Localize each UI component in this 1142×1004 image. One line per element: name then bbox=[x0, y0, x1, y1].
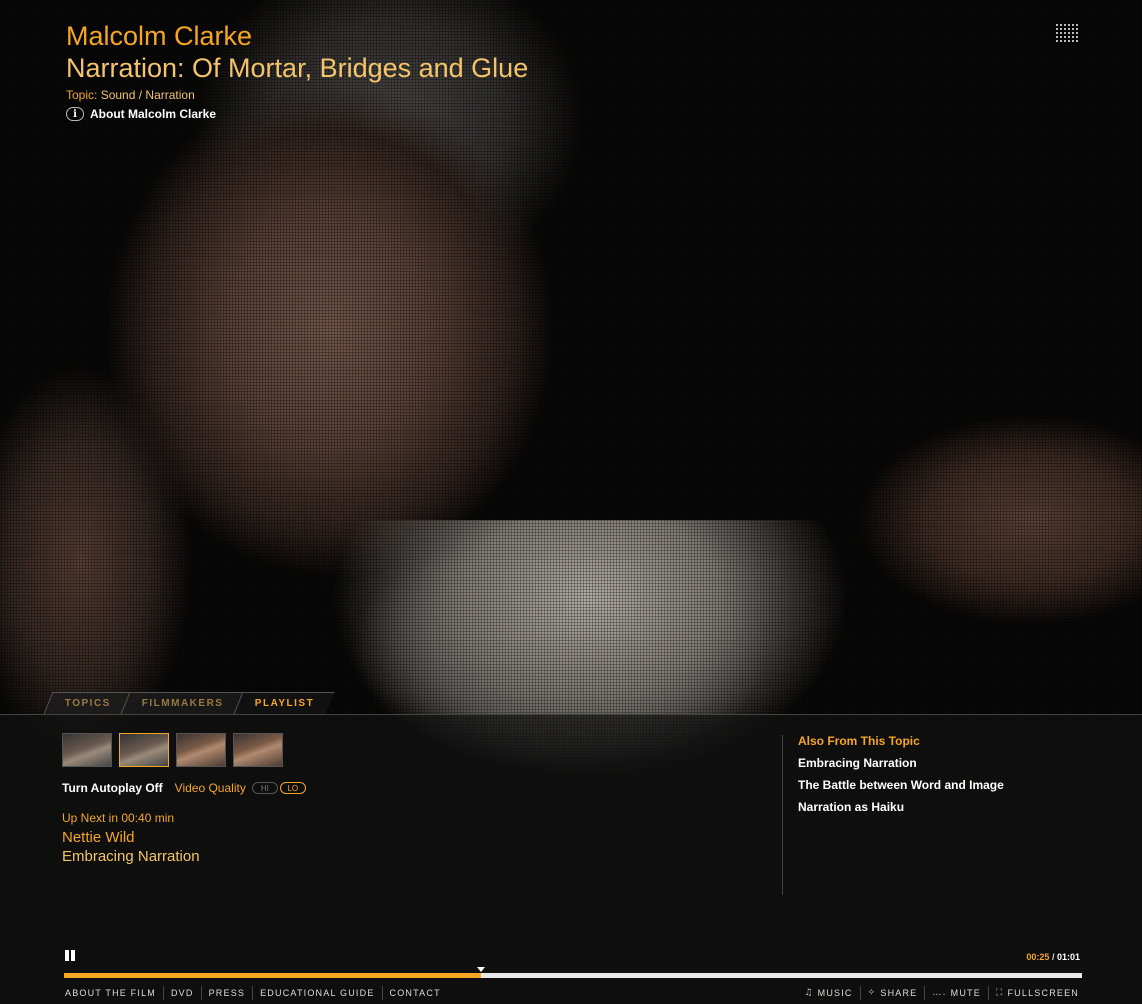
thumbnail-woman[interactable] bbox=[176, 733, 226, 767]
grid-dot bbox=[1068, 40, 1070, 42]
footer-control-label: MUTE bbox=[950, 988, 981, 998]
grid-dot bbox=[1076, 24, 1078, 26]
about-filmmaker-link[interactable]: i About Malcolm Clarke bbox=[66, 107, 528, 121]
grid-dot bbox=[1060, 40, 1062, 42]
playlist-thumbnails bbox=[62, 733, 283, 767]
pause-icon bbox=[65, 950, 69, 961]
grid-dot bbox=[1076, 36, 1078, 38]
music-button[interactable]: ♫ MUSIC bbox=[797, 986, 859, 1000]
grid-dot bbox=[1056, 40, 1058, 42]
grid-dot bbox=[1072, 40, 1074, 42]
topic-link[interactable]: Sound / Narration bbox=[101, 88, 195, 102]
footer-controls: ♫ MUSIC ✧ SHARE…. MUTE ⛶ FULLSCREEN bbox=[797, 986, 1086, 1000]
grid-dot bbox=[1064, 36, 1066, 38]
footer-link-dvd[interactable]: DVD bbox=[162, 986, 201, 1000]
thumbnail-man[interactable] bbox=[62, 733, 112, 767]
footer-link-educational-guide[interactable]: EDUCATIONAL GUIDE bbox=[252, 986, 381, 1000]
also-from-topic: Also From This Topic Embracing Narration… bbox=[798, 734, 1004, 814]
grid-dot bbox=[1064, 32, 1066, 34]
grid-dot bbox=[1064, 40, 1066, 42]
footer-control-label: MUSIC bbox=[817, 988, 853, 998]
quality-lo-button[interactable]: LO bbox=[279, 782, 306, 794]
grid-dot bbox=[1072, 32, 1074, 34]
grid-dot bbox=[1060, 24, 1062, 26]
footer-nav: ABOUT THE FILM DVD PRESS EDUCATIONAL GUIDE C… bbox=[58, 986, 448, 1000]
grid-dot bbox=[1060, 32, 1062, 34]
next-clip-title[interactable]: Embracing Narration bbox=[62, 848, 200, 865]
grid-dot bbox=[1064, 24, 1066, 26]
tab-label: TOPICS bbox=[64, 698, 111, 709]
filmmaker-name[interactable]: Malcolm Clarke bbox=[66, 20, 528, 52]
info-icon: i bbox=[66, 107, 84, 121]
footer-control-label: SHARE bbox=[880, 988, 918, 998]
up-next: Up Next in 00:40 min Nettie Wild Embraci… bbox=[62, 811, 200, 865]
time-readout: 00:25 / 01:01 bbox=[1026, 952, 1080, 962]
grid-dot bbox=[1060, 36, 1062, 38]
fullscreen-button[interactable]: ⛶ FULLSCREEN bbox=[987, 986, 1086, 1000]
music-note-icon: ♫ bbox=[804, 988, 814, 998]
topic-line: Topic: Sound / Narration bbox=[66, 88, 528, 102]
grid-dot bbox=[1076, 40, 1078, 42]
panel-tabs: TOPICS FILMMAKERS PLAYLIST bbox=[43, 692, 335, 714]
grid-dot bbox=[1056, 24, 1058, 26]
duration: 01:01 bbox=[1056, 952, 1080, 962]
grid-dot bbox=[1056, 36, 1058, 38]
grid-dot bbox=[1056, 32, 1058, 34]
also-from-topic-heading: Also From This Topic bbox=[798, 734, 920, 748]
tab-label: FILMMAKERS bbox=[141, 698, 224, 709]
topic-label: Topic: bbox=[66, 88, 98, 102]
grid-menu-icon[interactable] bbox=[1056, 24, 1080, 42]
related-clip-link[interactable]: Embracing Narration bbox=[798, 756, 1004, 770]
playlist-panel: Turn Autoplay Off Video Quality HI LO Up… bbox=[0, 714, 1142, 1004]
thumbnail-man[interactable] bbox=[119, 733, 169, 767]
grid-dot bbox=[1072, 24, 1074, 26]
footer-control-label: FULLSCREEN bbox=[1007, 988, 1079, 998]
volume-icon: …. bbox=[932, 988, 947, 998]
quality-hi-button[interactable]: HI bbox=[251, 782, 278, 794]
progress-bar[interactable] bbox=[64, 967, 1082, 978]
footer-link-press[interactable]: PRESS bbox=[200, 986, 253, 1000]
grid-dot bbox=[1068, 36, 1070, 38]
tab-label: PLAYLIST bbox=[254, 698, 314, 709]
grid-dot bbox=[1072, 28, 1074, 30]
footer-link-about-the-film[interactable]: ABOUT THE FILM bbox=[58, 986, 163, 1000]
footer-bar: ABOUT THE FILM DVD PRESS EDUCATIONAL GUIDE C… bbox=[0, 982, 1142, 1004]
share-icon: ✧ bbox=[867, 988, 877, 998]
thumbnail-woman[interactable] bbox=[233, 733, 283, 767]
pause-button[interactable] bbox=[65, 950, 77, 962]
mute-button[interactable]: …. MUTE bbox=[924, 986, 988, 1000]
time-separator: / bbox=[1049, 952, 1057, 962]
current-time: 00:25 bbox=[1026, 952, 1050, 962]
tab-topics[interactable]: TOPICS bbox=[43, 692, 132, 714]
video-header: Malcolm Clarke Narration: Of Mortar, Bri… bbox=[66, 20, 528, 121]
grid-dot bbox=[1072, 36, 1074, 38]
footer-link-contact[interactable]: CONTACT bbox=[381, 986, 448, 1000]
tab-playlist[interactable]: PLAYLIST bbox=[233, 692, 335, 714]
share-button[interactable]: ✧ SHARE bbox=[859, 986, 925, 1000]
pause-icon bbox=[71, 950, 75, 961]
panel-divider bbox=[782, 735, 783, 895]
autoplay-row: Turn Autoplay Off Video Quality HI LO bbox=[62, 781, 306, 795]
grid-dot bbox=[1056, 28, 1058, 30]
related-clip-link[interactable]: The Battle between Word and Image bbox=[798, 778, 1004, 792]
clip-title: Narration: Of Mortar, Bridges and Glue bbox=[66, 53, 529, 83]
up-next-countdown: Up Next in 00:40 min bbox=[62, 811, 175, 825]
grid-dot bbox=[1076, 28, 1078, 30]
grid-dot bbox=[1068, 32, 1070, 34]
about-filmmaker-label: About Malcolm Clarke bbox=[90, 107, 217, 121]
progress-handle[interactable] bbox=[477, 967, 486, 972]
grid-dot bbox=[1068, 24, 1070, 26]
grid-dot bbox=[1064, 28, 1066, 30]
next-filmmaker[interactable]: Nettie Wild bbox=[62, 829, 200, 846]
fullscreen-icon: ⛶ bbox=[995, 988, 1004, 998]
progress-fill bbox=[64, 973, 482, 978]
grid-dot bbox=[1076, 32, 1078, 34]
related-clip-link[interactable]: Narration as Haiku bbox=[798, 800, 1004, 814]
grid-dot bbox=[1060, 28, 1062, 30]
tab-filmmakers[interactable]: FILMMAKERS bbox=[120, 692, 245, 714]
video-quality-label: Video Quality bbox=[174, 781, 246, 795]
autoplay-toggle[interactable]: Turn Autoplay Off bbox=[62, 781, 163, 795]
grid-dot bbox=[1068, 28, 1070, 30]
